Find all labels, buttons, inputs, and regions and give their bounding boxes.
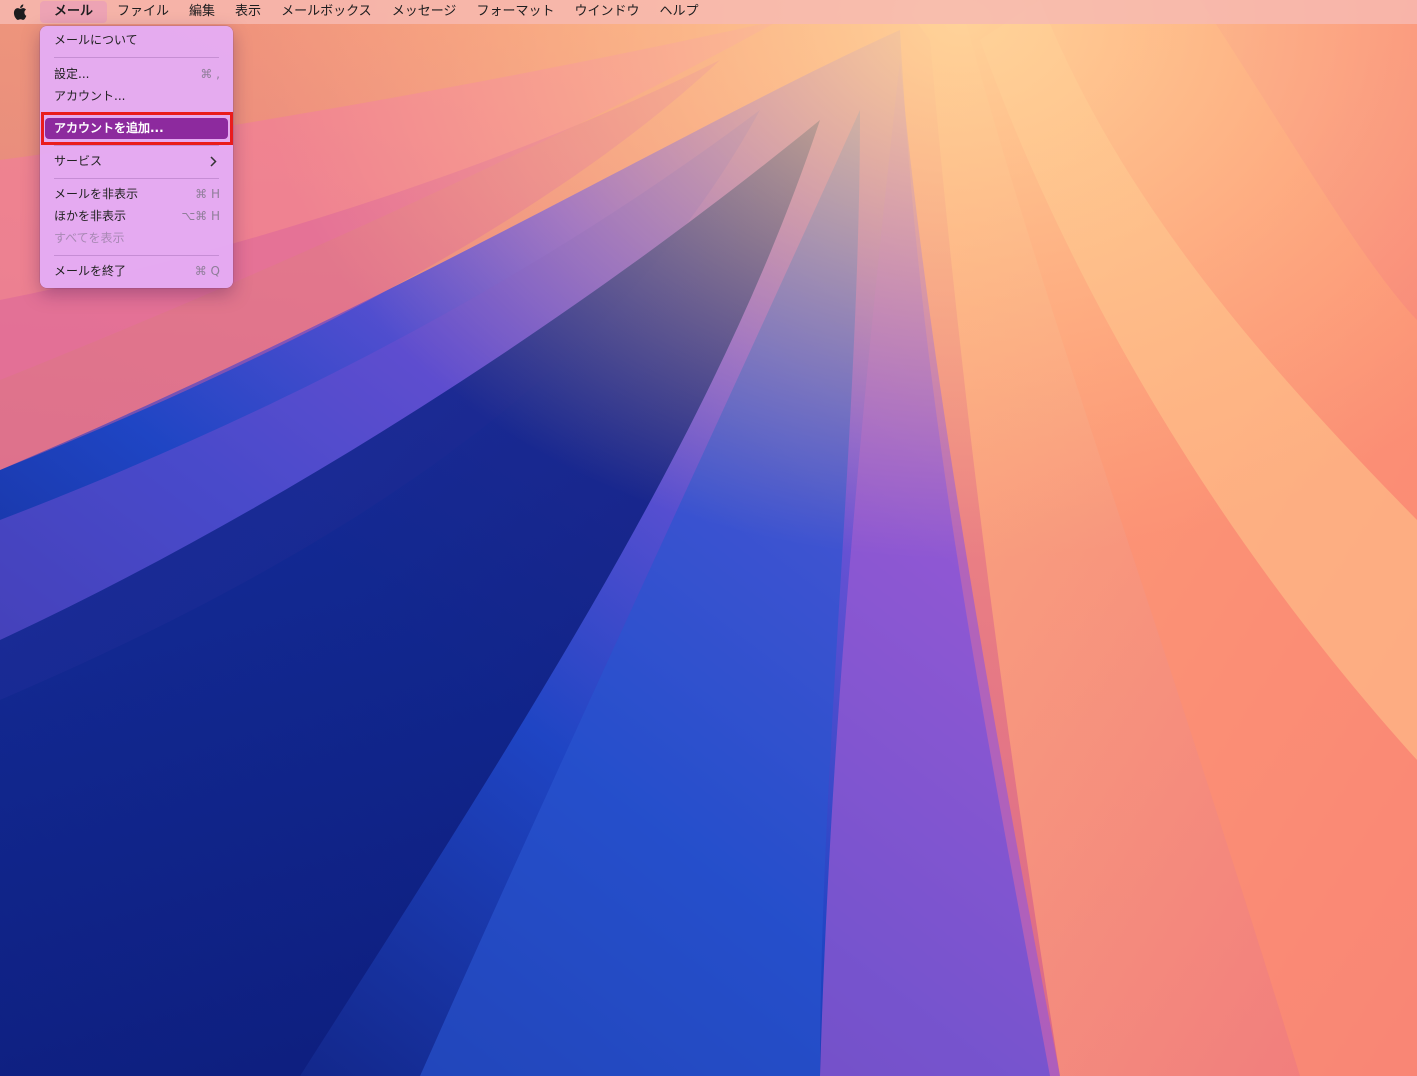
desktop: メール ファイル 編集 表示 メールボックス メッセージ フォーマット ウインド… [0,0,1417,1076]
menu-bar: メール ファイル 編集 表示 メールボックス メッセージ フォーマット ウインド… [0,0,1417,24]
chevron-right-icon [210,156,217,167]
menu-item-label: サービス [54,154,103,168]
menu-item-hide-others[interactable]: ほかを非表示 ⌥⌘ H [45,206,228,227]
menu-item-about-mail[interactable]: メールについて [45,30,228,51]
menubar-mailbox[interactable]: メールボックス [271,1,382,23]
apple-icon[interactable] [0,0,40,24]
menu-item-shortcut: ⌥⌘ H [181,209,220,223]
highlight-callout-box [41,112,233,145]
menubar-edit[interactable]: 編集 [179,1,225,23]
menubar-format[interactable]: フォーマット [466,1,564,23]
menu-item-shortcut: ⌘ , [200,67,220,81]
menu-item-label: メールを終了 [54,264,127,278]
menubar-view[interactable]: 表示 [225,1,271,23]
menu-separator [54,145,219,146]
menu-item-label: ほかを非表示 [54,209,127,223]
menu-item-label: メールについて [54,33,138,47]
menu-item-shortcut: ⌘ Q [194,264,220,278]
menu-item-show-all: すべてを表示 [45,228,228,249]
menubar-file[interactable]: ファイル [107,1,179,23]
menu-item-quit-mail[interactable]: メールを終了 ⌘ Q [45,261,228,282]
menu-separator [54,57,219,58]
menubar-help[interactable]: ヘルプ [649,1,708,23]
menu-separator [54,255,219,256]
menu-separator [54,178,219,179]
menu-item-hide-mail[interactable]: メールを非表示 ⌘ H [45,184,228,205]
menu-item-label: 設定... [54,67,90,81]
menu-item-label: すべてを表示 [54,231,125,245]
menubar-window[interactable]: ウインドウ [564,1,649,23]
menu-item-shortcut: ⌘ H [195,187,220,201]
menu-item-accounts[interactable]: アカウント... [45,86,228,107]
mail-menu-dropdown: メールについて 設定... ⌘ , アカウント... アカウントを追加... サ… [40,26,233,288]
menubar-mail[interactable]: メール [40,1,108,23]
menu-item-label: アカウント... [54,89,126,103]
menu-item-settings[interactable]: 設定... ⌘ , [45,64,228,85]
menubar-message[interactable]: メッセージ [382,1,467,23]
menu-item-label: メールを非表示 [54,187,139,201]
menu-item-services[interactable]: サービス [45,151,228,172]
